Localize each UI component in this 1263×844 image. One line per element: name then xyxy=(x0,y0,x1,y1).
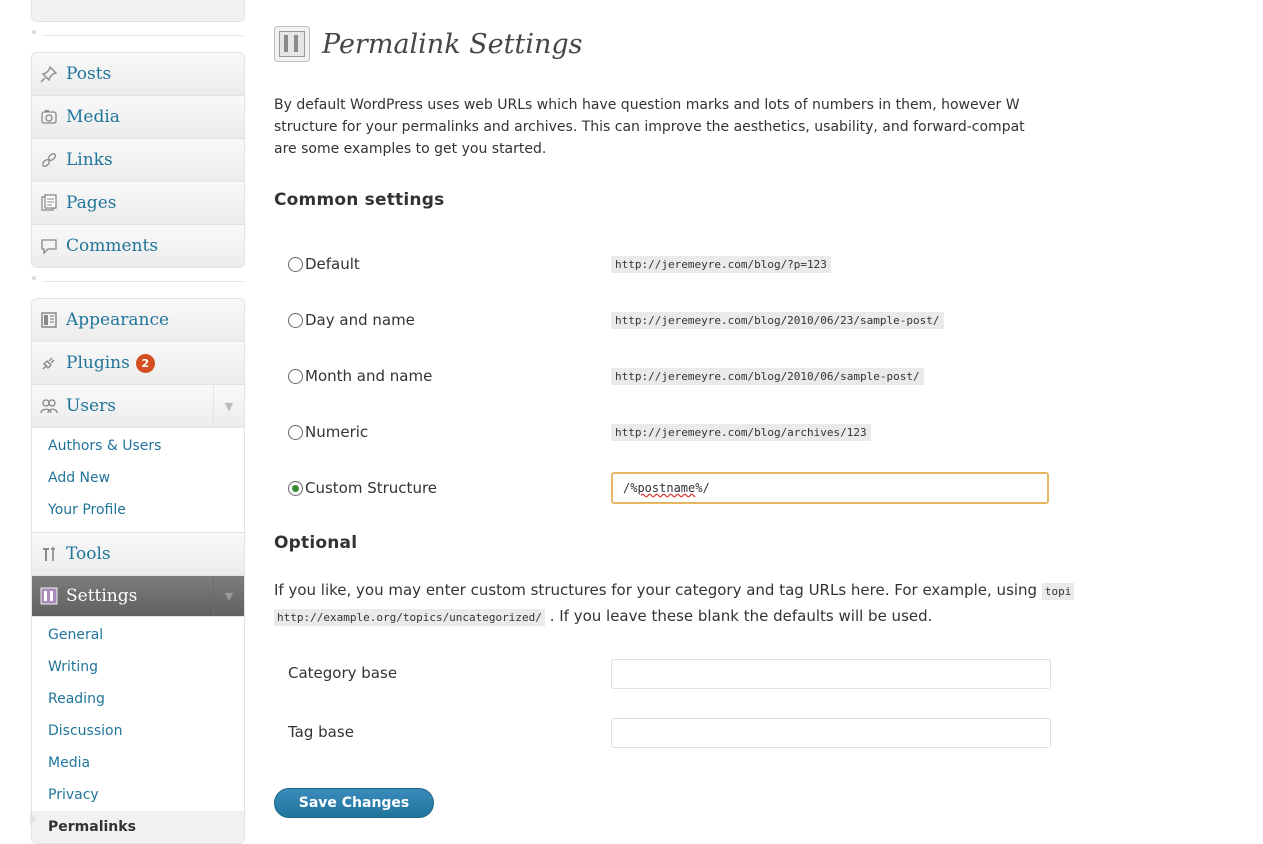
main-content: Permalink Settings By default WordPress … xyxy=(272,0,1263,834)
option-label: Custom Structure xyxy=(305,479,438,497)
submenu-item-your-profile[interactable]: Your Profile xyxy=(32,494,244,526)
menu-label: Plugins xyxy=(66,353,130,373)
menu-separator[interactable]: « xyxy=(31,273,243,286)
menu-separator[interactable]: « xyxy=(31,27,243,40)
menu-group-top-stub xyxy=(31,0,245,22)
plug-icon xyxy=(40,354,58,372)
input-text-suffix: %/ xyxy=(695,481,710,495)
settings-icon xyxy=(40,587,58,605)
menu-label: Links xyxy=(66,150,113,170)
inline-code: http://example.org/topics/uncategorized/ xyxy=(274,609,545,626)
submenu-item-authors-users[interactable]: Authors & Users xyxy=(32,430,244,462)
input-text-misspelled: postname xyxy=(637,481,696,495)
current-item-arrow-icon xyxy=(30,812,37,826)
chevron-down-icon[interactable]: ▼ xyxy=(213,385,244,427)
tag-base-label: Tag base xyxy=(288,723,354,741)
menu-label: Media xyxy=(66,107,120,127)
users-icon xyxy=(40,397,58,415)
radio-button[interactable] xyxy=(288,312,303,328)
submenu-item-permalinks[interactable]: Permalinks xyxy=(32,811,244,843)
comments-icon xyxy=(40,237,58,255)
page-title: Permalink Settings xyxy=(322,28,583,60)
submenu-item-discussion[interactable]: Discussion xyxy=(32,715,244,747)
media-icon xyxy=(40,108,58,126)
menu-item-media[interactable]: Media xyxy=(32,96,244,139)
admin-sidebar: « Posts Media Links Pages Comments « App… xyxy=(0,0,250,844)
chevron-down-icon[interactable]: ▼ xyxy=(213,576,244,616)
menu-label: Comments xyxy=(66,236,159,256)
settings-submenu: General Writing Reading Discussion Media… xyxy=(32,617,244,843)
permalink-option-default[interactable]: Default xyxy=(288,251,360,277)
intro-paragraph: By default WordPress uses web URLs which… xyxy=(274,94,1263,160)
optional-heading: Optional xyxy=(274,533,358,553)
page-header: Permalink Settings xyxy=(274,26,582,62)
menu-item-plugins[interactable]: Plugins 2 xyxy=(32,342,244,385)
intro-line: By default WordPress uses web URLs which… xyxy=(274,97,1020,113)
option-label: Numeric xyxy=(305,423,369,441)
radio-button[interactable] xyxy=(288,256,303,272)
input-text-prefix: /% xyxy=(623,481,638,495)
option-label: Month and name xyxy=(305,367,433,385)
inline-code: topi xyxy=(1041,583,1075,600)
menu-item-comments[interactable]: Comments xyxy=(32,225,244,267)
intro-line: structure for your permalinks and archiv… xyxy=(274,119,1025,135)
menu-label: Settings xyxy=(66,586,138,606)
collapse-arrows-icon: « xyxy=(31,27,38,38)
menu-label: Posts xyxy=(66,64,112,84)
menu-group-admin: Appearance Plugins 2 Users ▼ Authors & U… xyxy=(31,298,245,844)
radio-button[interactable] xyxy=(288,368,303,384)
option-label: Default xyxy=(305,255,360,273)
optional-text: If you like, you may enter custom struct… xyxy=(274,581,1038,599)
radio-button-checked[interactable] xyxy=(288,480,303,496)
category-base-input[interactable] xyxy=(611,659,1051,689)
appearance-icon xyxy=(40,311,58,329)
tools-icon xyxy=(40,545,58,563)
radio-button[interactable] xyxy=(288,424,303,440)
settings-page-icon xyxy=(274,26,310,62)
link-icon xyxy=(40,151,58,169)
submenu-item-add-new[interactable]: Add New xyxy=(32,462,244,494)
submenu-item-media[interactable]: Media xyxy=(32,747,244,779)
example-url: http://jeremeyre.com/blog/?p=123 xyxy=(611,256,831,273)
menu-label: Pages xyxy=(66,193,117,213)
tag-base-input[interactable] xyxy=(611,718,1051,748)
submenu-item-reading[interactable]: Reading xyxy=(32,683,244,715)
optional-text: . If you leave these blank the defaults … xyxy=(549,607,933,625)
collapse-arrows-icon: « xyxy=(31,273,38,284)
users-submenu: Authors & Users Add New Your Profile xyxy=(32,428,244,533)
menu-item-pages[interactable]: Pages xyxy=(32,182,244,225)
example-url: http://jeremeyre.com/blog/2010/06/23/sam… xyxy=(611,312,944,329)
save-changes-button[interactable]: Save Changes xyxy=(274,788,434,818)
common-settings-heading: Common settings xyxy=(274,190,445,210)
custom-structure-input[interactable]: /% postname %/ xyxy=(611,472,1049,504)
menu-item-appearance[interactable]: Appearance xyxy=(32,299,244,342)
update-count-badge: 2 xyxy=(135,353,155,373)
menu-label: Users xyxy=(66,396,116,416)
submenu-item-privacy[interactable]: Privacy xyxy=(32,779,244,811)
intro-line: are some examples to get you started. xyxy=(274,141,547,157)
permalink-option-day-name[interactable]: Day and name xyxy=(288,307,415,333)
example-url: http://jeremeyre.com/blog/2010/06/sample… xyxy=(611,368,924,385)
menu-item-links[interactable]: Links xyxy=(32,139,244,182)
example-url: http://jeremeyre.com/blog/archives/123 xyxy=(611,424,871,441)
optional-description: If you like, you may enter custom struct… xyxy=(274,578,1075,630)
menu-item-users[interactable]: Users ▼ xyxy=(32,385,244,428)
pushpin-icon xyxy=(40,65,58,83)
category-base-label: Category base xyxy=(288,664,398,682)
option-label: Day and name xyxy=(305,311,415,329)
menu-group-content: Posts Media Links Pages Comments xyxy=(31,52,245,268)
menu-item-tools[interactable]: Tools xyxy=(32,533,244,576)
menu-label: Tools xyxy=(66,544,111,564)
permalink-option-month-name[interactable]: Month and name xyxy=(288,363,432,389)
menu-label: Appearance xyxy=(66,310,170,330)
permalink-option-numeric[interactable]: Numeric xyxy=(288,419,368,445)
menu-item-settings[interactable]: Settings ▼ xyxy=(32,576,244,617)
permalink-option-custom[interactable]: Custom Structure xyxy=(288,475,437,501)
pages-icon xyxy=(40,194,58,212)
submenu-item-general[interactable]: General xyxy=(32,619,244,651)
menu-item-posts[interactable]: Posts xyxy=(32,53,244,96)
submenu-item-writing[interactable]: Writing xyxy=(32,651,244,683)
